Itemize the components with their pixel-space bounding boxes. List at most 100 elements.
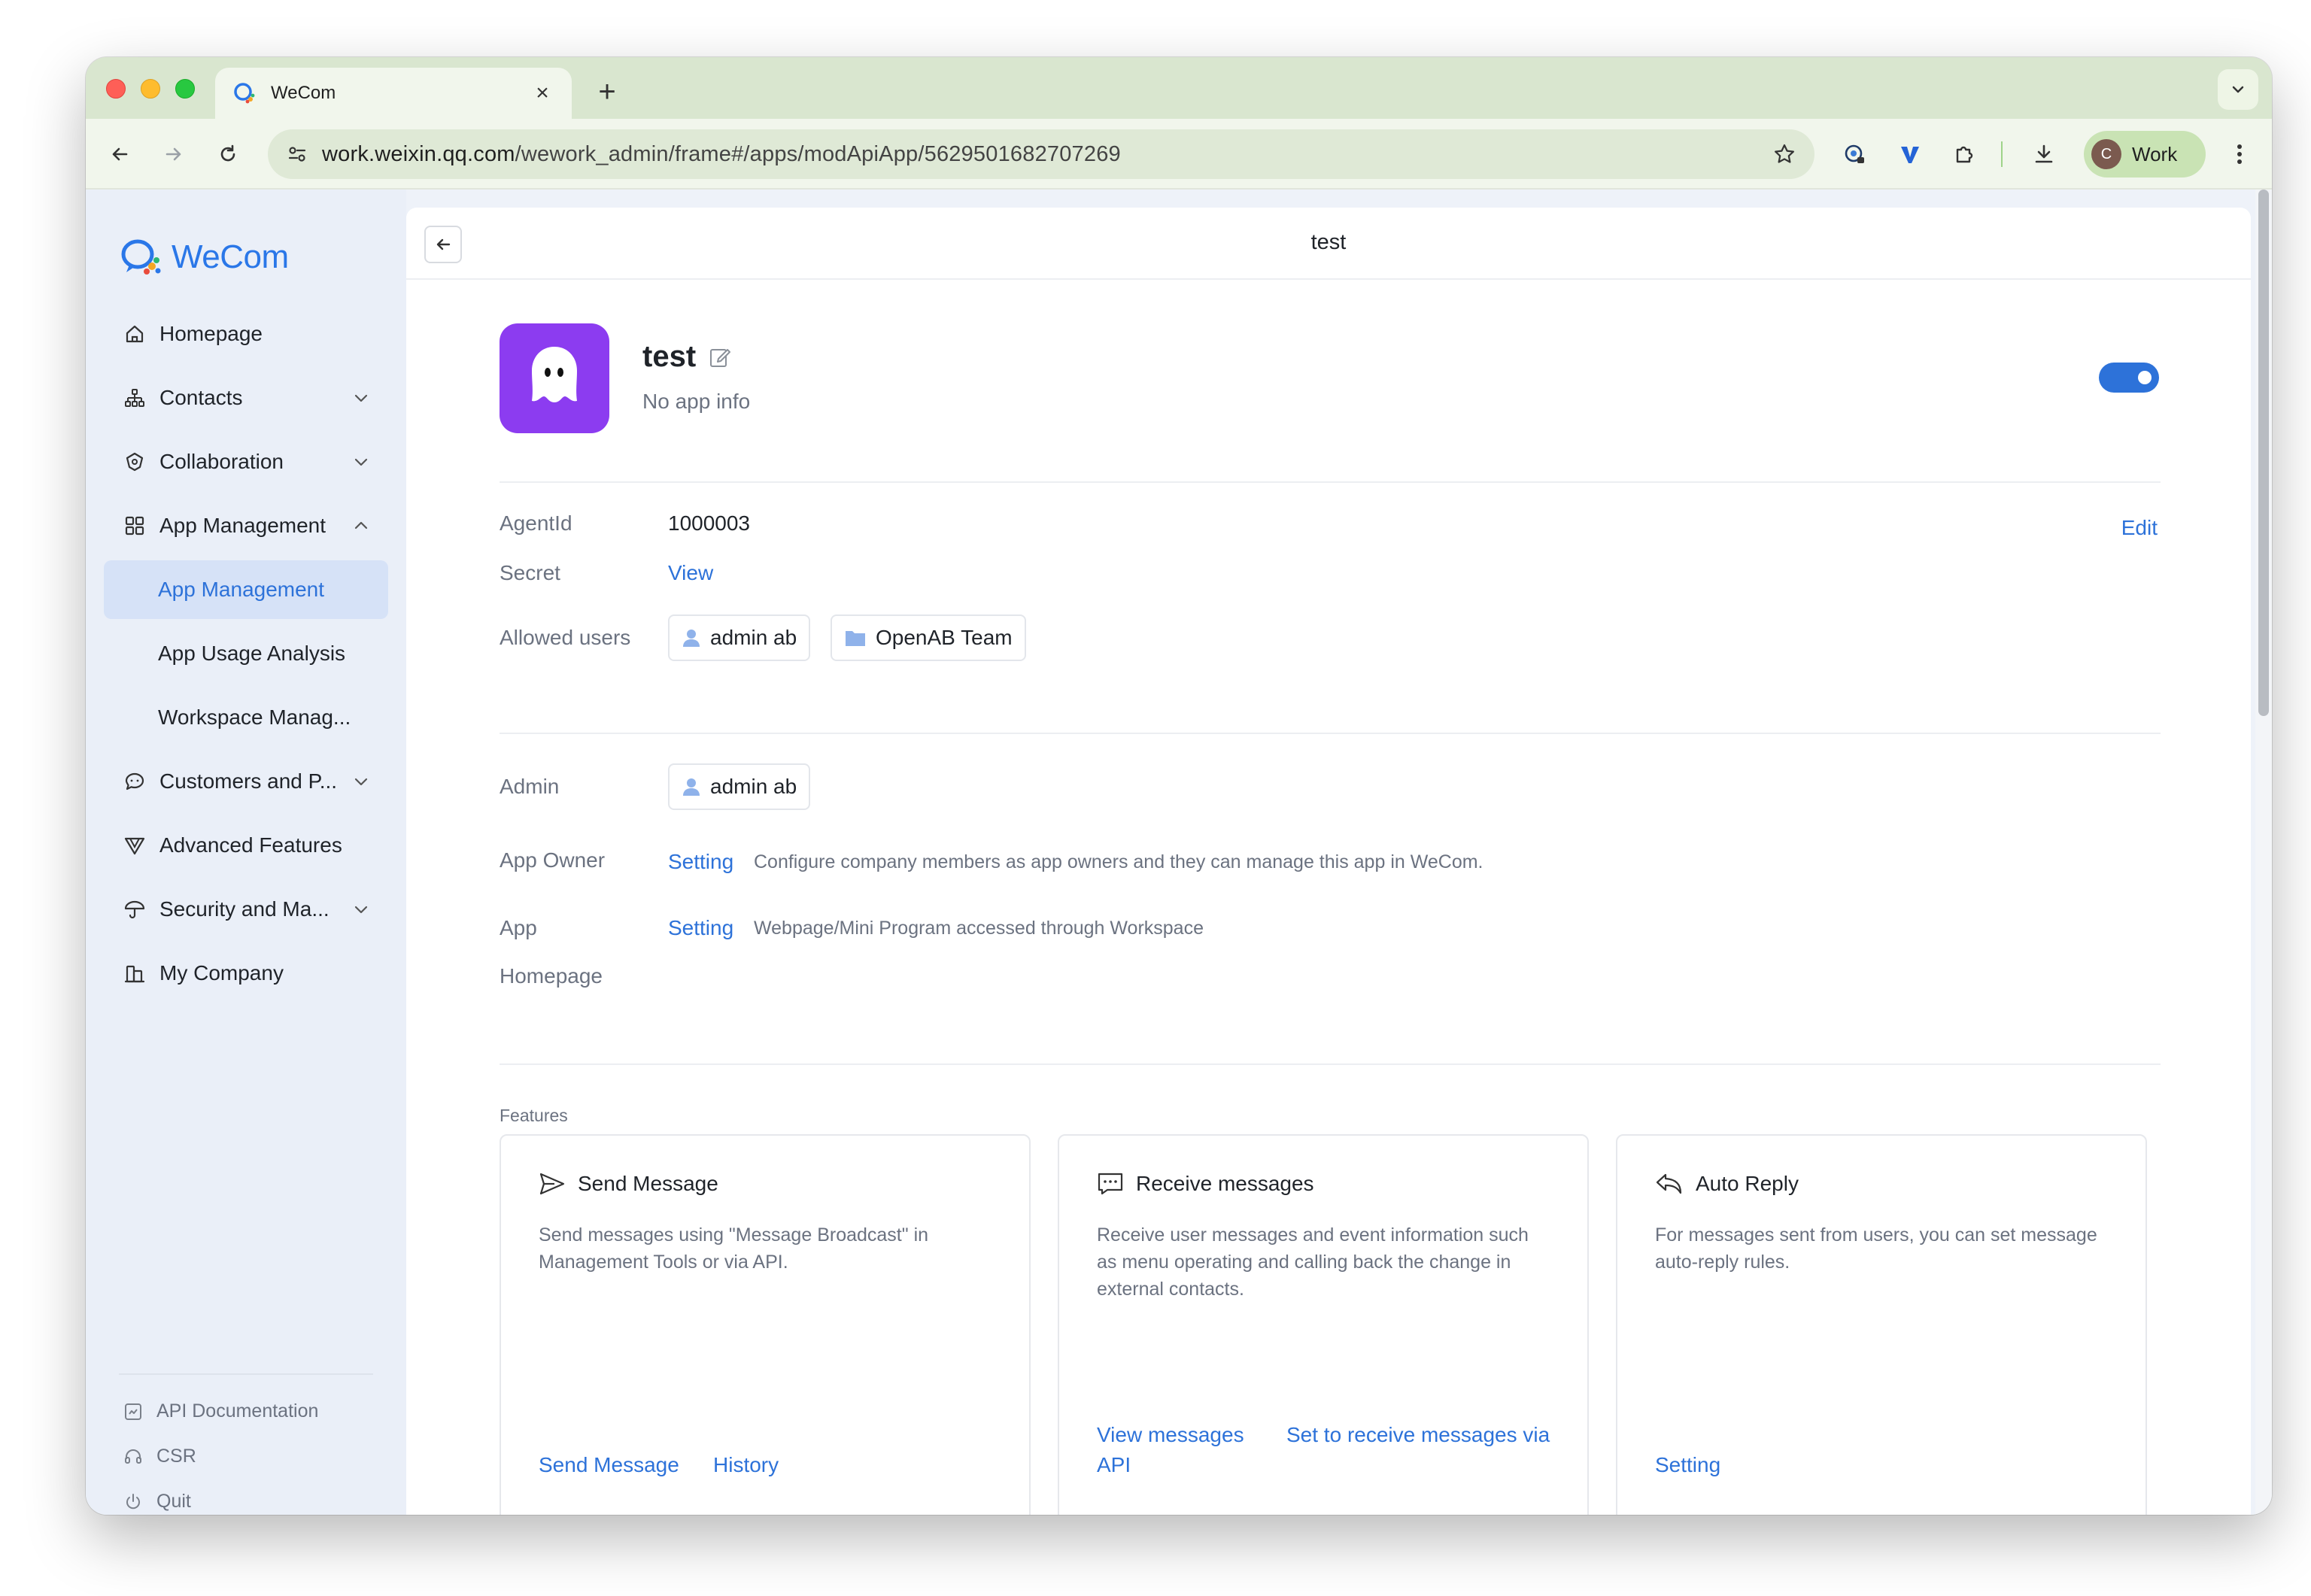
card-description: For messages sent from users, you can se… <box>1655 1224 2097 1273</box>
wecom-logo-icon <box>121 239 161 275</box>
user-icon <box>683 630 700 647</box>
secret-view-link[interactable]: View <box>668 558 713 588</box>
feature-card-auto-reply: Auto Reply For messages sent from users,… <box>1616 1134 2147 1515</box>
receive-via-api-link[interactable]: Set to receive messages via <box>1286 1420 1550 1450</box>
view-messages-link[interactable]: View messages <box>1097 1420 1244 1450</box>
chevron-up-icon[interactable] <box>346 517 376 535</box>
bookmark-star-icon[interactable] <box>1772 142 1796 166</box>
browser-window: WeCom × + work.weixin.qq.com/wework_admi… <box>86 57 2272 1515</box>
address-bar[interactable]: work.weixin.qq.com/wework_admin/frame#/a… <box>268 129 1814 179</box>
history-link[interactable]: History <box>713 1450 779 1480</box>
chevron-down-icon[interactable] <box>346 772 376 790</box>
card-header: Receive messages <box>1097 1172 1314 1196</box>
tab-search-button[interactable] <box>2218 69 2258 110</box>
app-owner-setting-link[interactable]: Setting <box>668 847 733 877</box>
auto-reply-setting-link[interactable]: Setting <box>1655 1450 1720 1480</box>
chip-label: admin ab <box>710 775 797 798</box>
app-enable-toggle[interactable] <box>2099 363 2159 393</box>
puzzle-icon <box>1956 146 1973 163</box>
page-scrollbar[interactable] <box>2255 190 2272 1515</box>
avatar: C <box>2091 139 2121 169</box>
receive-via-api-link-cont[interactable]: API <box>1097 1450 1131 1480</box>
send-icon <box>539 1173 565 1195</box>
sidebar-item-label: Contacts <box>159 386 243 409</box>
browser-menu-button[interactable] <box>2219 134 2260 174</box>
extensions-button[interactable] <box>1944 134 1985 174</box>
user-icon <box>683 778 700 796</box>
sidebar-item-contacts[interactable]: Contacts <box>104 369 388 427</box>
sidebar-footer-label: API Documentation <box>156 1400 319 1422</box>
section-divider <box>500 481 2161 483</box>
site-settings-icon[interactable] <box>286 143 308 165</box>
downloads-button[interactable] <box>2024 134 2064 174</box>
sidebar-subitem-app-usage-analysis[interactable]: App Usage Analysis <box>104 624 388 683</box>
advanced-icon <box>123 834 146 857</box>
extension-2-button[interactable] <box>1890 134 1930 174</box>
sidebar-footer-quit[interactable]: Quit <box>123 1491 191 1513</box>
app-name: test <box>642 340 732 374</box>
sidebar-item-customers[interactable]: Customers and P... <box>104 752 388 811</box>
sidebar-item-homepage[interactable]: Homepage <box>104 305 388 363</box>
sidebar-item-collaboration[interactable]: Collaboration <box>104 432 388 491</box>
sidebar-subitem-workspace-management[interactable]: Workspace Manag... <box>104 688 388 747</box>
admin-label: Admin <box>500 775 560 798</box>
admin-chip[interactable]: admin ab <box>668 763 811 810</box>
sidebar: WeCom Homepage Contacts Collaboration Ap… <box>86 190 406 1515</box>
app-homepage-setting-link[interactable]: Setting <box>668 913 733 943</box>
card-header: Auto Reply <box>1655 1172 1799 1196</box>
power-icon <box>123 1492 143 1512</box>
card-header: Send Message <box>539 1172 718 1196</box>
sidebar-item-app-management[interactable]: App Management <box>104 496 388 555</box>
browser-tab-wecom[interactable]: WeCom × <box>215 68 572 119</box>
card-title: Receive messages <box>1136 1172 1314 1195</box>
chip-label: OpenAB Team <box>876 626 1013 649</box>
forward-button[interactable] <box>153 134 194 174</box>
sidebar-item-label: App Management <box>159 514 326 537</box>
scrollbar-thumb[interactable] <box>2258 190 2269 716</box>
app-homepage-hint: Webpage/Mini Program accessed through Wo… <box>754 918 1204 939</box>
extension-v-icon <box>1901 147 1919 163</box>
zoom-window-button[interactable] <box>175 79 195 99</box>
sidebar-footer-label: Quit <box>156 1491 191 1512</box>
toolbar-divider <box>2001 141 2003 167</box>
sidebar-item-label: Customers and P... <box>159 769 338 793</box>
allowed-department-chip[interactable]: OpenAB Team <box>831 614 1026 661</box>
reload-button[interactable] <box>208 134 248 174</box>
sidebar-item-security[interactable]: Security and Ma... <box>104 880 388 939</box>
url-text: work.weixin.qq.com/wework_admin/frame#/a… <box>322 142 1772 167</box>
profile-label: Work <box>2132 142 2178 165</box>
chevron-down-icon[interactable] <box>346 453 376 471</box>
message-box-icon <box>1098 1173 1123 1195</box>
sidebar-item-advanced-features[interactable]: Advanced Features <box>104 816 388 875</box>
section-divider <box>500 1063 2161 1065</box>
browser-toolbar: work.weixin.qq.com/wework_admin/frame#/a… <box>86 119 2272 190</box>
kebab-menu-icon <box>2237 144 2242 164</box>
sidebar-subitem-app-management[interactable]: App Management <box>104 560 388 619</box>
edit-link[interactable]: Edit <box>2121 516 2158 540</box>
url-path: /wework_admin/frame#/apps/modApiApp/5629… <box>515 141 1121 166</box>
sidebar-item-label: App Usage Analysis <box>158 642 346 665</box>
sidebar-footer-csr[interactable]: CSR <box>123 1446 196 1467</box>
minimize-window-button[interactable] <box>141 79 160 99</box>
send-message-link[interactable]: Send Message <box>539 1450 679 1480</box>
profile-button[interactable]: C Work <box>2084 131 2206 178</box>
apps-grid-icon <box>123 514 146 537</box>
toggle-knob <box>2138 371 2152 384</box>
allowed-user-chip[interactable]: admin ab <box>668 614 811 661</box>
sidebar-item-my-company[interactable]: My Company <box>104 944 388 1003</box>
app-owner-label: App Owner <box>500 848 606 872</box>
close-window-button[interactable] <box>106 79 126 99</box>
extension-1-button[interactable] <box>1834 134 1875 174</box>
sidebar-footer-api-documentation[interactable]: API Documentation <box>123 1400 318 1422</box>
back-button[interactable] <box>99 134 140 174</box>
tab-close-icon[interactable]: × <box>530 80 555 106</box>
chevron-down-icon[interactable] <box>346 900 376 918</box>
sidebar-item-label: Workspace Manag... <box>158 705 351 729</box>
new-tab-button[interactable]: + <box>588 74 626 111</box>
edit-icon[interactable] <box>708 345 732 369</box>
page-title: test <box>1310 230 1347 254</box>
reply-icon <box>1656 1173 1682 1194</box>
chevron-down-icon[interactable] <box>346 389 376 407</box>
agentid-value: 1000003 <box>668 511 751 535</box>
wecom-logo[interactable]: WeCom <box>119 236 289 278</box>
